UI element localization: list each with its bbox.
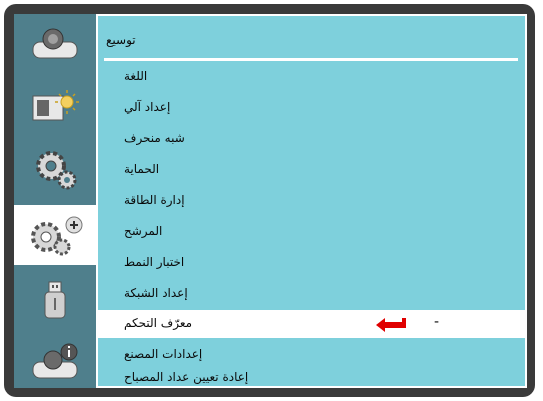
projector-icon (32, 28, 78, 59)
menu-heading: توسيع (98, 28, 525, 56)
menu-item-label: شبه منحرف (124, 131, 185, 145)
menu-item-factory-default[interactable]: إعدادات المصنع (98, 341, 525, 369)
menu-item-auto-setup[interactable]: إعداد آلي (98, 94, 525, 122)
heading-divider (104, 58, 518, 61)
picture-brightness-icon (32, 90, 79, 121)
menu-item-label: إدارة الطاقة (124, 193, 185, 207)
menu-item-language[interactable]: اللغة (98, 63, 525, 91)
enter-arrow-icon (376, 318, 406, 332)
control-id-value: - (434, 314, 440, 330)
menu-item-label: إعادة تعيين عداد المصباح (124, 370, 249, 384)
projector-info-icon (32, 343, 78, 379)
menu-item-label: إعداد الشبكة (124, 286, 188, 300)
menu-panel: توسيع اللغة إعداد آلي شبه منحرف الحماية … (98, 16, 525, 386)
menu-item-label: اختبار النمط (124, 255, 185, 269)
sidebar-item-setting[interactable] (14, 138, 96, 198)
menu-item-keystone[interactable]: شبه منحرف (98, 125, 525, 153)
menu-item-label: معرّف التحكم (124, 316, 193, 330)
menu-item-label: إعداد آلي (124, 100, 171, 114)
menu-item-network-setting[interactable]: إعداد الشبكة (98, 280, 525, 308)
menu-item-filter[interactable]: المرشح (98, 218, 525, 246)
extended-settings-gears-plus-icon (31, 216, 83, 256)
sidebar-item-usb[interactable] (14, 270, 96, 330)
menu-main-area: توسيع اللغة إعداد آلي شبه منحرف الحماية … (96, 14, 527, 388)
menu-item-control-id[interactable]: معرّف التحكم - (98, 310, 525, 338)
menu-category-sidebar (14, 14, 96, 388)
menu-item-label: الحماية (124, 162, 160, 176)
menu-item-label: المرشح (124, 224, 163, 238)
sidebar-item-expanded[interactable] (14, 205, 96, 265)
menu-item-lamp-counter-reset[interactable]: إعادة تعيين عداد المصباح (98, 370, 525, 386)
sidebar-item-display[interactable] (14, 76, 96, 136)
usb-drive-icon (44, 281, 66, 319)
menu-item-label: اللغة (124, 69, 148, 83)
menu-item-label: إعدادات المصنع (124, 347, 203, 361)
sidebar-item-picture[interactable] (14, 14, 96, 74)
page-title: توسيع (106, 33, 136, 47)
menu-item-security[interactable]: الحماية (98, 156, 525, 184)
sidebar-item-information[interactable] (14, 332, 96, 392)
menu-item-power-management[interactable]: إدارة الطاقة (98, 187, 525, 215)
settings-gears-icon (36, 151, 77, 190)
menu-item-test-pattern[interactable]: اختبار النمط (98, 249, 525, 277)
